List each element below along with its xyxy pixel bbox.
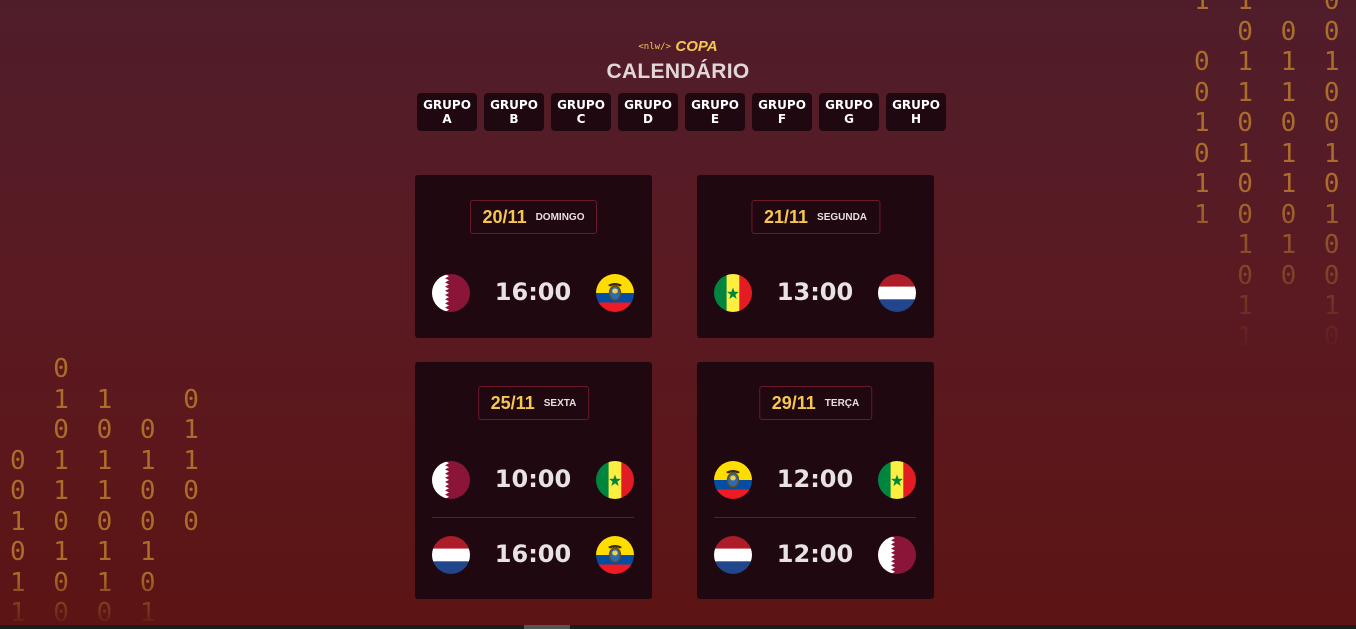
group-letter: F [777, 112, 787, 126]
logo-name: COPA [675, 38, 718, 55]
match-date: 20/11 [482, 206, 527, 227]
group-letter: A [442, 112, 452, 126]
match-row: 16:00 [432, 274, 634, 312]
match-date: 21/11 [763, 206, 809, 227]
match-row: 16:00 [432, 536, 634, 574]
match-day-card: 20/11 DOMINGO 16:00 [415, 175, 652, 338]
tab-group-e[interactable]: GRUPO E [685, 93, 745, 131]
group-word: GRUPO [557, 98, 605, 112]
match-weekday: DOMINGO [535, 211, 585, 223]
group-word: GRUPO [423, 98, 471, 112]
date-box: 20/11 DOMINGO [469, 200, 598, 234]
ecuador-flag-icon [596, 274, 634, 312]
match-divider [714, 517, 916, 518]
netherlands-flag-icon [878, 274, 916, 312]
horizontal-scrollbar[interactable] [0, 625, 1356, 629]
match-day-card: 29/11 TERÇA 12:00 12:00 [697, 362, 934, 599]
match-row: 12:00 [714, 461, 916, 499]
match-day-card: 25/11 SEXTA 10:00 16:00 [415, 362, 652, 599]
tab-group-d[interactable]: GRUPO D [618, 93, 678, 131]
group-word: GRUPO [691, 98, 739, 112]
group-letter: H [910, 112, 922, 126]
match-weekday: TERÇA [824, 397, 860, 409]
match-row: 10:00 [432, 461, 634, 499]
tab-group-h[interactable]: GRUPO H [886, 93, 946, 131]
group-letter: E [710, 112, 720, 126]
match-row: 12:00 [714, 536, 916, 574]
date-box: 21/11 SEGUNDA [750, 200, 881, 234]
match-date: 25/11 [490, 392, 535, 413]
group-tabs: GRUPO A GRUPO B GRUPO C GRUPO D GRUPO E GRUPO… [417, 93, 946, 131]
group-word: GRUPO [624, 98, 672, 112]
ecuador-flag-icon [596, 536, 634, 574]
senegal-flag-icon [596, 461, 634, 499]
group-word: GRUPO [758, 98, 806, 112]
date-box: 29/11 TERÇA [758, 386, 873, 420]
binary-decoration-left: 0 1 1 0 0 0 0 1 0 1 1 1 1 0 1 1 0 0 1 0 … [10, 354, 205, 628]
group-letter: B [509, 112, 519, 126]
tab-group-f[interactable]: GRUPO F [752, 93, 812, 131]
scrollbar-thumb[interactable] [524, 625, 570, 629]
page-title: CALENDÁRIO [606, 60, 750, 83]
match-weekday: SEGUNDA [817, 211, 868, 223]
tab-group-b[interactable]: GRUPO B [484, 93, 544, 131]
group-word: GRUPO [892, 98, 940, 112]
match-date: 29/11 [771, 392, 816, 413]
group-letter: C [576, 112, 586, 126]
group-word: GRUPO [825, 98, 873, 112]
logo-prefix: <nlw/> [638, 42, 671, 52]
group-letter: G [844, 112, 854, 126]
tab-group-a[interactable]: GRUPO A [417, 93, 477, 131]
match-weekday: SEXTA [543, 397, 577, 409]
group-word: GRUPO [490, 98, 538, 112]
match-row: 13:00 [714, 274, 916, 312]
qatar-flag-icon [878, 536, 916, 574]
logo: <nlw/> COPA [0, 38, 1356, 56]
match-divider [432, 517, 634, 518]
tab-group-g[interactable]: GRUPO G [819, 93, 879, 131]
match-day-card: 21/11 SEGUNDA 13:00 [697, 175, 934, 338]
date-box: 25/11 SEXTA [477, 386, 590, 420]
group-letter: D [643, 112, 653, 126]
tab-group-c[interactable]: GRUPO C [551, 93, 611, 131]
senegal-flag-icon [878, 461, 916, 499]
